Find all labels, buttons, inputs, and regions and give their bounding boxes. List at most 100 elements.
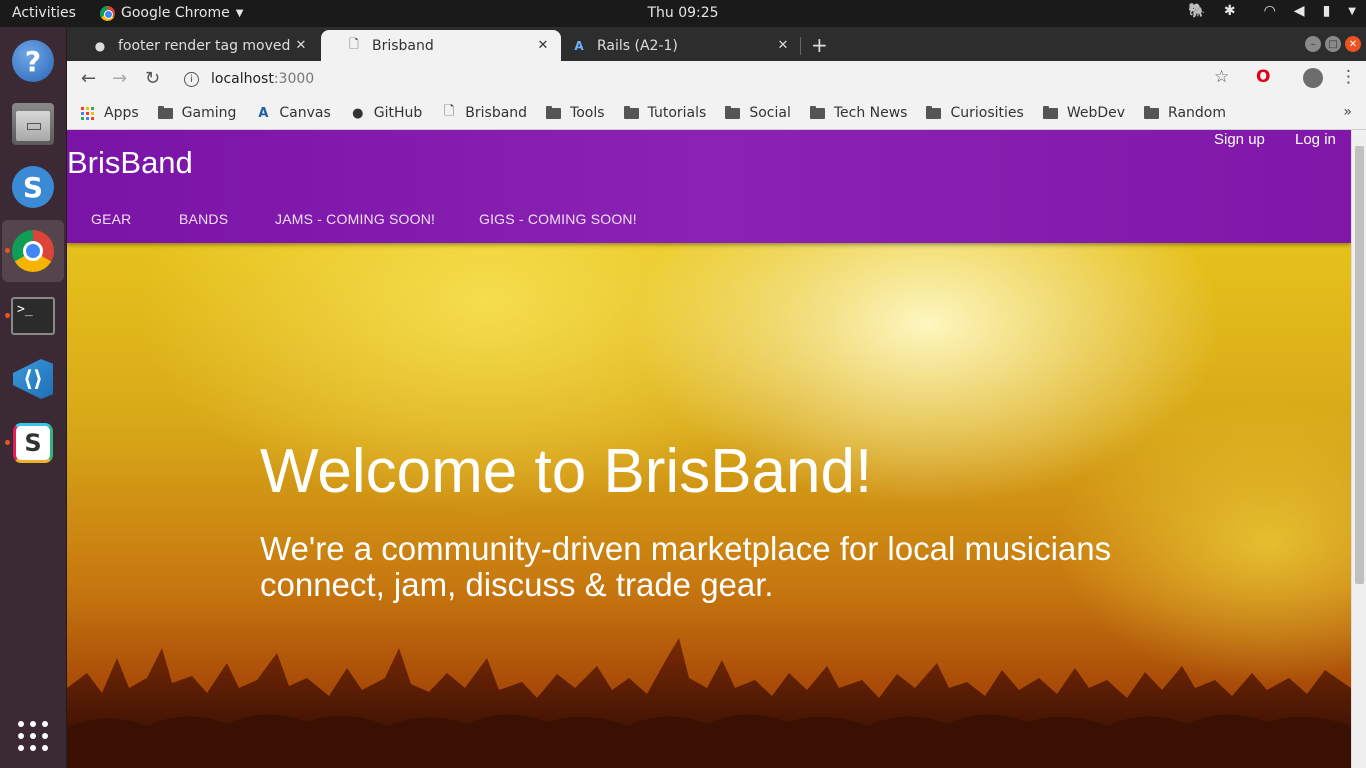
- top-bar: Activities Google Chrome ▼ Thu 09:25 🐘 ✱…: [0, 0, 1366, 27]
- bookmark-folder-tutorials[interactable]: Tutorials: [623, 105, 707, 121]
- login-link[interactable]: Log in: [1295, 131, 1336, 148]
- bookmark-star-icon[interactable]: ☆: [1214, 67, 1229, 87]
- minimize-button[interactable]: –: [1305, 36, 1321, 52]
- bookmark-folder-tech-news[interactable]: Tech News: [809, 105, 907, 121]
- bookmark-label: Brisband: [465, 105, 528, 121]
- running-indicator: [5, 440, 10, 445]
- page-scrollbar[interactable]: [1351, 130, 1366, 768]
- page-icon: 🗋: [444, 104, 455, 119]
- tab-brisband[interactable]: 🗋 Brisband ✕: [321, 30, 561, 61]
- dock-simplenote[interactable]: S: [2, 156, 64, 218]
- bookmark-label: Tools: [570, 105, 605, 121]
- bookmark-folder-random[interactable]: Random: [1144, 105, 1226, 121]
- nav-gear[interactable]: GEAR: [91, 211, 131, 227]
- signup-link[interactable]: Sign up: [1214, 131, 1265, 148]
- url-port: :3000: [273, 71, 315, 87]
- folder-icon: [1042, 105, 1058, 119]
- bookmark-label: Social: [749, 105, 791, 121]
- dock-files[interactable]: [2, 93, 64, 155]
- scrollbar-thumb[interactable]: [1355, 146, 1364, 584]
- bookmark-github[interactable]: ● GitHub: [350, 105, 423, 121]
- bookmark-folder-curiosities[interactable]: Curiosities: [926, 105, 1024, 121]
- canvas-icon: A: [258, 105, 269, 121]
- tab-github[interactable]: ● footer render tag moved ✕: [67, 30, 319, 61]
- nav-gigs[interactable]: GIGS - COMING SOON!: [479, 211, 637, 227]
- bookmark-brisband[interactable]: 🗋 Brisband: [441, 102, 527, 124]
- browser-window: ● footer render tag moved ✕ 🗋 Brisband ✕…: [67, 27, 1366, 768]
- postgres-icon[interactable]: 🐘: [1188, 3, 1205, 19]
- folder-icon: [725, 105, 741, 119]
- bookmark-label: Tutorials: [647, 105, 707, 121]
- chevron-down-icon[interactable]: ▼: [1348, 6, 1356, 17]
- bookmark-label: Random: [1168, 105, 1226, 121]
- activities-button[interactable]: Activities: [12, 5, 76, 21]
- bookmark-folder-social[interactable]: Social: [725, 105, 791, 121]
- forward-button[interactable]: →: [112, 68, 127, 89]
- folder-icon: [1144, 105, 1160, 119]
- more-bookmarks-icon[interactable]: »: [1343, 104, 1352, 120]
- bookmark-label: Apps: [104, 105, 139, 121]
- apps-icon: [81, 106, 94, 120]
- chevron-down-icon: ▼: [235, 7, 244, 19]
- github-icon: ●: [94, 38, 106, 53]
- terminal-icon: >_: [11, 297, 55, 335]
- system-tray[interactable]: 🐘 ✱ ◠ ◀ ▮ ▼: [1188, 3, 1356, 19]
- running-indicator: [5, 313, 10, 318]
- dock: ? S >_ ⟨⟩ S: [0, 27, 66, 768]
- running-indicator: [5, 248, 10, 253]
- bookmark-canvas[interactable]: A Canvas: [255, 105, 330, 121]
- new-tab-button[interactable]: +: [811, 33, 828, 57]
- address-bar[interactable]: i localhost:3000: [172, 65, 1242, 93]
- slack-icon: S: [13, 423, 53, 463]
- tab-canvas[interactable]: A Rails (A2-1) ✕: [561, 30, 801, 61]
- hero-subtitle: We're a community-driven marketplace for…: [260, 530, 1112, 603]
- hero-title: Welcome to BrisBand!: [260, 437, 873, 506]
- page-icon: 🗋: [349, 37, 359, 51]
- app-menu[interactable]: Google Chrome ▼: [100, 5, 243, 21]
- close-window-button[interactable]: ✕: [1345, 36, 1361, 52]
- app-menu-label: Google Chrome: [121, 5, 230, 21]
- hero-banner: Welcome to BrisBand! We're a community-d…: [67, 243, 1351, 768]
- nav-bands[interactable]: BANDS: [179, 211, 228, 227]
- bookmark-folder-gaming[interactable]: Gaming: [157, 105, 236, 121]
- puzzle-icon[interactable]: ✱: [1224, 3, 1236, 19]
- dock-vscode[interactable]: ⟨⟩: [2, 348, 64, 410]
- site-brand[interactable]: BrisBand: [67, 145, 193, 181]
- dock-chrome[interactable]: [2, 220, 64, 282]
- close-icon[interactable]: ✕: [293, 38, 309, 53]
- browser-toolbar: ← → ↻ i localhost:3000 ☆ O ⋮: [67, 61, 1366, 97]
- close-icon[interactable]: ✕: [775, 38, 791, 53]
- url-host: localhost: [211, 71, 274, 87]
- dock-terminal[interactable]: >_: [2, 285, 64, 347]
- show-applications-button[interactable]: [2, 705, 64, 767]
- chrome-icon: [12, 230, 54, 272]
- bookmark-folder-tools[interactable]: Tools: [546, 105, 605, 121]
- wifi-icon: ◠: [1263, 3, 1276, 19]
- help-icon: ?: [12, 40, 54, 82]
- bookmark-label: Curiosities: [950, 105, 1024, 121]
- tab-strip: ● footer render tag moved ✕ 🗋 Brisband ✕…: [67, 27, 1366, 61]
- close-icon[interactable]: ✕: [535, 38, 551, 53]
- menu-icon[interactable]: ⋮: [1340, 67, 1357, 87]
- bookmark-label: GitHub: [373, 105, 423, 121]
- show-apps-icon: [18, 721, 48, 751]
- tab-separator: [800, 37, 801, 55]
- back-button[interactable]: ←: [81, 68, 96, 89]
- dock-slack[interactable]: S: [2, 412, 64, 474]
- nav-jams[interactable]: JAMS - COMING SOON!: [275, 211, 435, 227]
- bookmark-apps[interactable]: Apps: [81, 105, 139, 121]
- chrome-icon: [100, 5, 115, 21]
- crowd-silhouette: [67, 638, 1351, 768]
- avatar[interactable]: [1303, 68, 1323, 88]
- bookmark-label: WebDev: [1066, 105, 1126, 121]
- info-icon[interactable]: i: [184, 71, 199, 87]
- bookmark-folder-webdev[interactable]: WebDev: [1042, 105, 1126, 121]
- reload-button[interactable]: ↻: [145, 68, 160, 89]
- tab-title: Rails (A2-1): [597, 37, 678, 54]
- dock-help[interactable]: ?: [2, 30, 64, 92]
- opera-extension-icon[interactable]: O: [1256, 67, 1270, 87]
- folder-icon: [623, 105, 639, 119]
- maximize-button[interactable]: □: [1325, 36, 1341, 52]
- clock[interactable]: Thu 09:25: [647, 5, 718, 21]
- web-page: BrisBand Sign up Log in GEAR BANDS JAMS …: [67, 130, 1351, 768]
